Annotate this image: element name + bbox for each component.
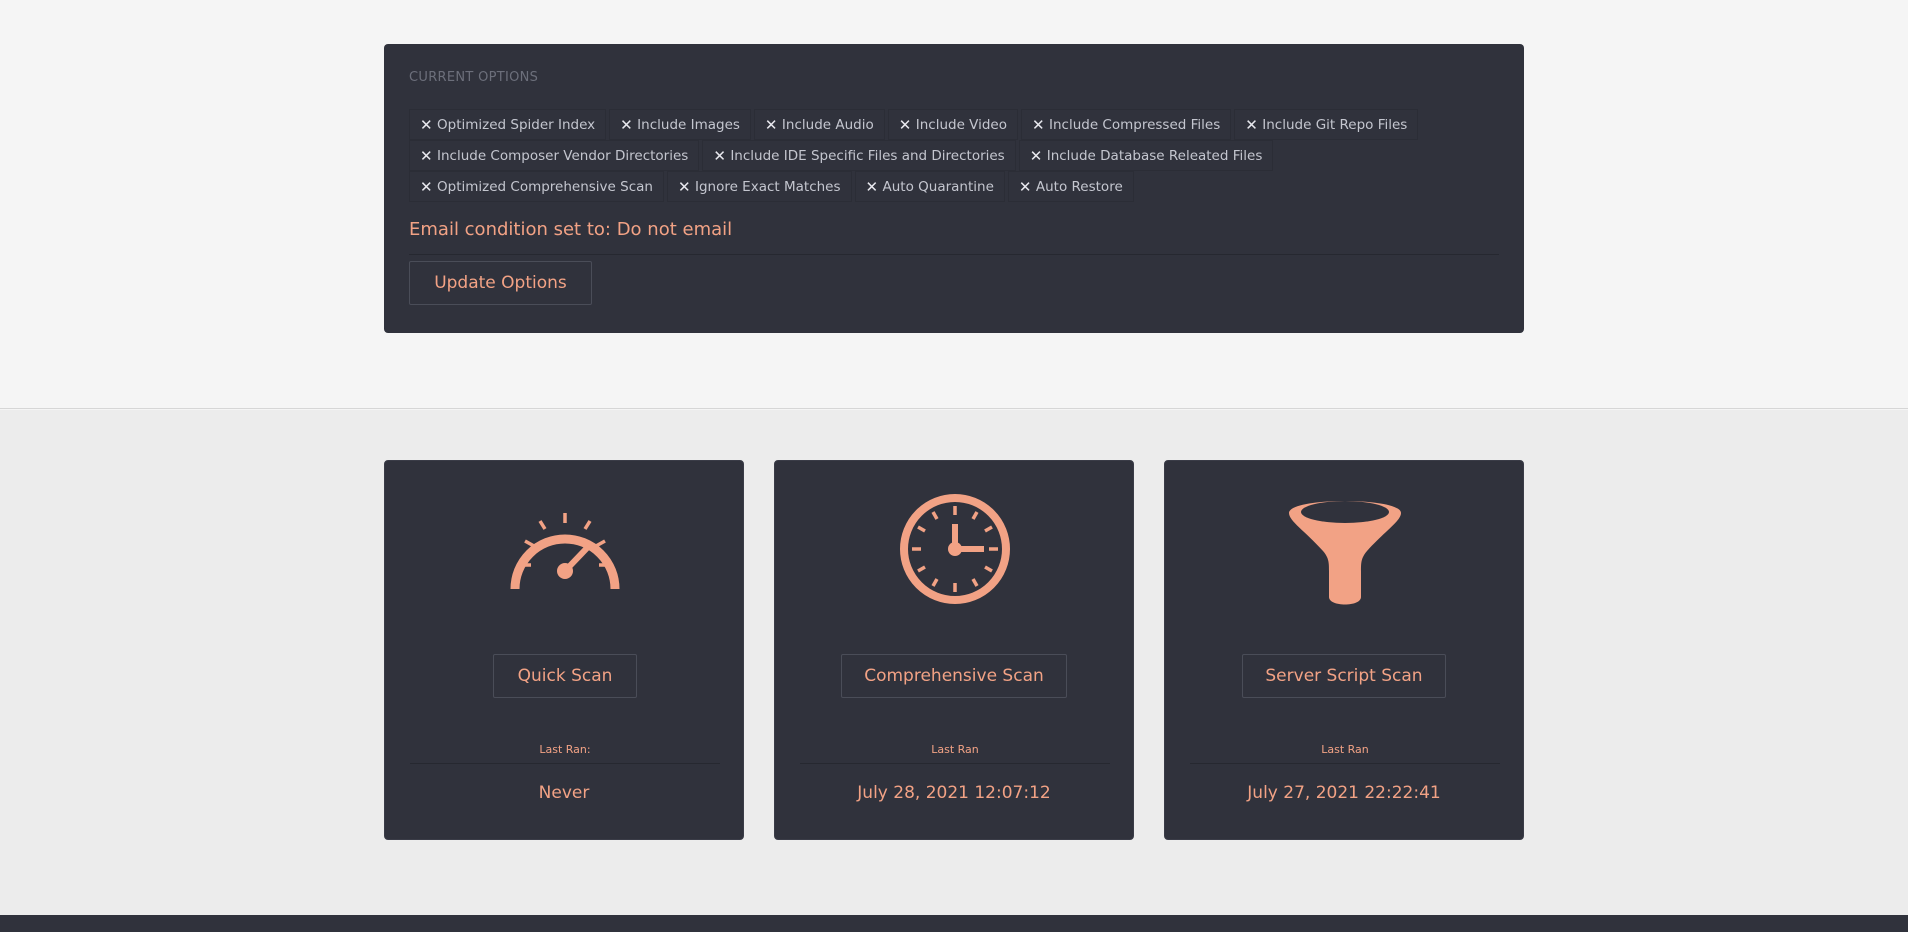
tag-label: Ignore Exact Matches	[694, 178, 841, 195]
card-divider	[800, 763, 1110, 764]
remove-icon[interactable]: ✕	[420, 178, 434, 196]
option-tag-include-compressed-files[interactable]: ✕ Include Compressed Files	[1021, 109, 1232, 140]
remove-icon[interactable]: ✕	[1032, 116, 1046, 134]
tag-label: Include Composer Vendor Directories	[437, 147, 689, 164]
email-condition-text: Email condition set to: Do not email	[409, 219, 733, 240]
remove-icon[interactable]: ✕	[420, 147, 434, 165]
option-tag-include-ide-specific-files[interactable]: ✕ Include IDE Specific Files and Director…	[702, 140, 1016, 171]
tag-label: Include Compressed Files	[1049, 116, 1221, 133]
last-ran-label: Last Ran	[1321, 743, 1369, 756]
tag-label: Auto Restore	[1035, 178, 1123, 195]
tag-label: Include Git Repo Files	[1262, 116, 1408, 133]
current-options-panel: CURRENT OPTIONS ✕ Optimized Spider Index …	[384, 44, 1524, 333]
tag-label: Include IDE Specific Files and Directori…	[730, 147, 1005, 164]
options-section: CURRENT OPTIONS ✕ Optimized Spider Index …	[0, 0, 1908, 409]
option-tag-include-audio[interactable]: ✕ Include Audio	[753, 109, 885, 140]
last-ran-value: July 28, 2021 12:07:12	[857, 783, 1051, 803]
card-divider	[1190, 763, 1500, 764]
tag-label: Auto Quarantine	[882, 178, 994, 195]
option-tag-include-database-files[interactable]: ✕ Include Database Releated Files	[1018, 140, 1274, 171]
scan-cards-section: Quick Scan Last Ran: Never Comprehensive…	[0, 410, 1908, 915]
last-ran-label: Last Ran:	[539, 743, 591, 756]
clock-icon	[900, 494, 1010, 604]
remove-icon[interactable]: ✕	[866, 178, 880, 196]
server-script-scan-button[interactable]: Server Script Scan	[1242, 654, 1446, 698]
comprehensive-scan-button[interactable]: Comprehensive Scan	[841, 654, 1067, 698]
last-ran-value: Never	[538, 783, 590, 803]
remove-icon[interactable]: ✕	[620, 116, 634, 134]
card-divider	[410, 763, 720, 764]
options-heading: CURRENT OPTIONS	[409, 70, 539, 85]
tag-label: Include Database Releated Files	[1046, 147, 1263, 164]
tag-label: Optimized Spider Index	[437, 116, 596, 133]
remove-icon[interactable]: ✕	[1245, 116, 1259, 134]
remove-icon[interactable]: ✕	[420, 116, 434, 134]
quick-scan-card: Quick Scan Last Ran: Never	[384, 460, 744, 840]
remove-icon[interactable]: ✕	[899, 116, 913, 134]
comprehensive-scan-card: Comprehensive Scan Last Ran July 28, 202…	[774, 460, 1134, 840]
remove-icon[interactable]: ✕	[1030, 147, 1044, 165]
tag-label: Optimized Comprehensive Scan	[437, 178, 653, 195]
remove-icon[interactable]: ✕	[765, 116, 779, 134]
server-script-scan-card: Server Script Scan Last Ran July 27, 202…	[1164, 460, 1524, 840]
option-tag-include-composer-vendor-directories[interactable]: ✕ Include Composer Vendor Directories	[409, 140, 700, 171]
remove-icon[interactable]: ✕	[713, 147, 727, 165]
option-tag-include-images[interactable]: ✕ Include Images	[609, 109, 751, 140]
remove-icon[interactable]: ✕	[1019, 178, 1033, 196]
option-tag-optimized-spider-index[interactable]: ✕ Optimized Spider Index	[409, 109, 607, 140]
remove-icon[interactable]: ✕	[678, 178, 692, 196]
tag-label: Include Audio	[781, 116, 874, 133]
quick-scan-button[interactable]: Quick Scan	[493, 654, 637, 698]
tag-label: Include Images	[637, 116, 740, 133]
speedometer-icon	[510, 513, 620, 590]
tag-label: Include Video	[915, 116, 1007, 133]
options-tag-list: ✕ Optimized Spider Index ✕ Include Images …	[409, 109, 1509, 202]
last-ran-label: Last Ran	[931, 743, 979, 756]
option-tag-auto-quarantine[interactable]: ✕ Auto Quarantine	[854, 171, 1005, 202]
options-divider	[409, 254, 1499, 255]
last-ran-value: July 27, 2021 22:22:41	[1247, 783, 1441, 803]
option-tag-optimized-comprehensive-scan[interactable]: ✕ Optimized Comprehensive Scan	[409, 171, 664, 202]
funnel-icon	[1289, 501, 1401, 605]
option-tag-auto-restore[interactable]: ✕ Auto Restore	[1007, 171, 1134, 202]
option-tag-include-video[interactable]: ✕ Include Video	[887, 109, 1018, 140]
option-tag-include-git-repo-files[interactable]: ✕ Include Git Repo Files	[1234, 109, 1419, 140]
update-options-button[interactable]: Update Options	[409, 261, 592, 305]
footer-bar	[0, 915, 1908, 932]
option-tag-ignore-exact-matches[interactable]: ✕ Ignore Exact Matches	[666, 171, 852, 202]
